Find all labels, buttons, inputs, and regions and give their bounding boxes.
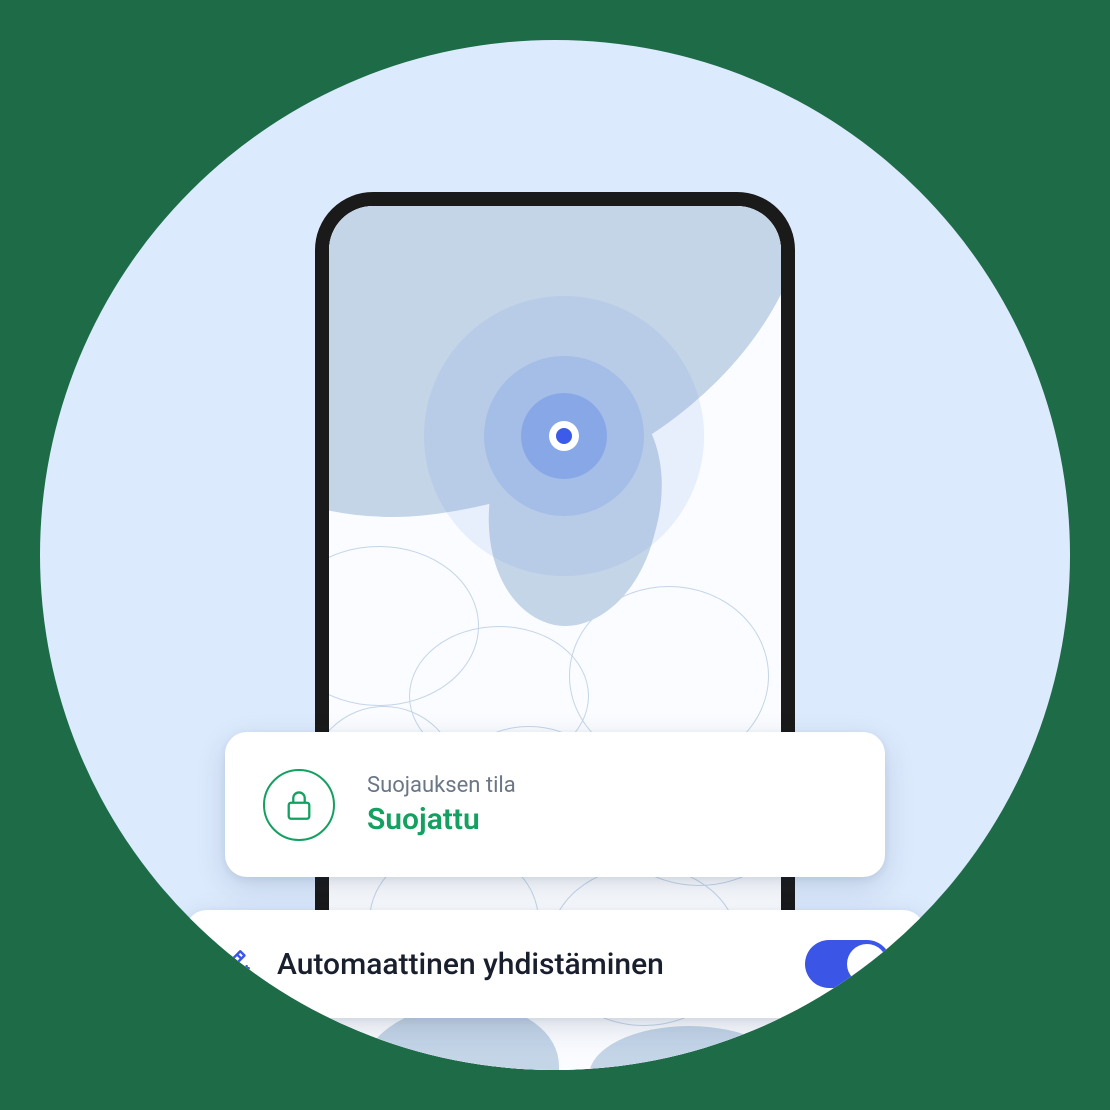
status-label: Suojauksen tila	[367, 773, 516, 798]
background-circle: Suojauksen tila Suojattu Automaattinen y…	[40, 40, 1070, 1070]
status-text-block: Suojauksen tila Suojattu	[367, 773, 516, 837]
lock-icon-circle	[263, 769, 335, 841]
magic-wand-icon	[219, 947, 253, 981]
location-dot	[549, 421, 579, 451]
lock-icon	[285, 789, 313, 821]
map-water	[589, 1026, 789, 1070]
toggle-knob	[847, 944, 887, 984]
location-dot-inner	[556, 428, 572, 444]
auto-connect-label: Automaattinen yhdistäminen	[277, 947, 781, 982]
protection-status-card[interactable]: Suojauksen tila Suojattu	[225, 732, 885, 877]
auto-connect-card[interactable]: Automaattinen yhdistäminen	[185, 910, 925, 1018]
auto-connect-toggle[interactable]	[805, 940, 891, 988]
status-value: Suojattu	[367, 802, 516, 837]
